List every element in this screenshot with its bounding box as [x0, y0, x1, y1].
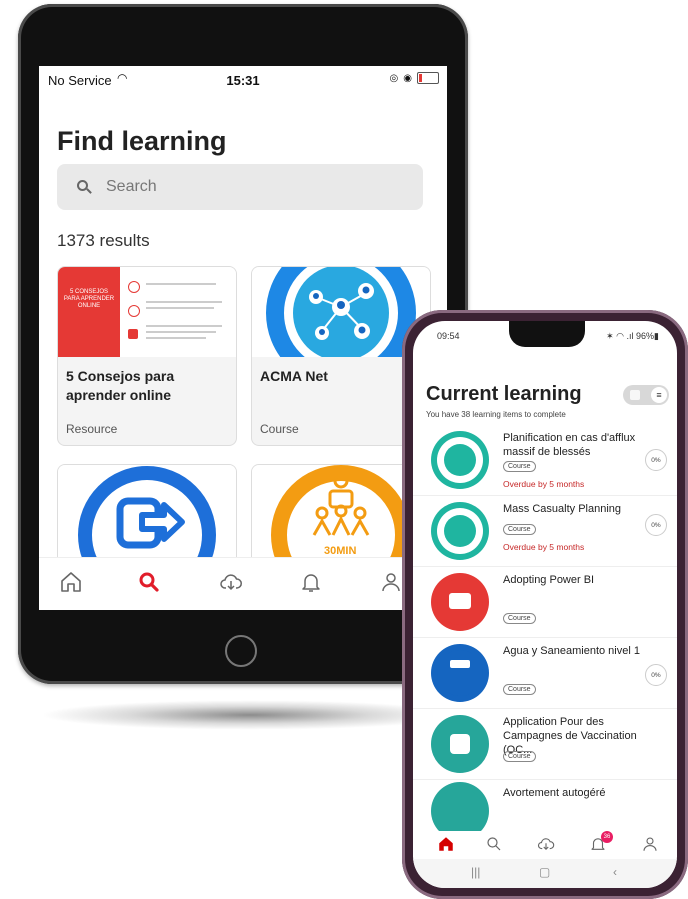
result-card[interactable] — [57, 464, 237, 566]
list-item[interactable]: Planification en cas d'afflux massif de … — [413, 425, 677, 496]
view-toggle[interactable]: ≡ — [623, 385, 669, 405]
duration-label: 30MIN — [324, 545, 357, 557]
status-icons: ◎ ◉ — [390, 72, 439, 84]
card-type: Course — [260, 422, 299, 436]
progress-indicator: 0% — [645, 514, 667, 536]
profile-icon[interactable] — [379, 570, 403, 594]
course-thumbnail — [431, 573, 489, 631]
item-title: Adopting Power BI — [503, 574, 595, 586]
course-thumbnail — [431, 431, 489, 489]
page-title: Find learning — [57, 126, 227, 156]
thumbnail-text: 5 CONSEJOS PARA APRENDER ONLINE — [63, 289, 115, 309]
exit-illustration — [78, 466, 216, 565]
item-title: Mass Casualty Planning — [503, 503, 622, 515]
card-title: ACMA Net — [260, 368, 328, 384]
search-icon[interactable] — [485, 835, 503, 853]
progress-indicator: 0% — [645, 664, 667, 686]
card-thumbnail — [58, 465, 236, 565]
page-subtitle: You have 38 learning items to complete — [426, 410, 566, 419]
camera-notch — [509, 321, 585, 347]
tablet-screen: No Service ◠ 15:31 ◎ ◉ Find learning Sea… — [39, 66, 447, 610]
type-chip: Course — [503, 524, 536, 535]
type-chip: Course — [503, 684, 536, 695]
course-thumbnail — [431, 502, 489, 560]
system-navigation-bar: ||| ▢ ‹ — [413, 859, 677, 888]
results-count: 1373 results — [57, 231, 150, 250]
result-card[interactable]: 5 CONSEJOS PARA APRENDER ONLINE 5 Consej… — [57, 266, 237, 446]
home-icon[interactable] — [59, 570, 83, 594]
type-chip: Course — [503, 751, 536, 762]
system-back-button[interactable]: ‹ — [613, 865, 617, 879]
tablet-device: No Service ◠ 15:31 ◎ ◉ Find learning Sea… — [18, 4, 468, 684]
search-bar[interactable]: Search — [57, 164, 423, 210]
tablet-home-button[interactable] — [225, 635, 257, 667]
battery-percent: 96% — [636, 331, 655, 341]
item-title: Avortement autogéré — [503, 787, 606, 799]
system-home-button[interactable]: ▢ — [539, 865, 550, 879]
profile-icon[interactable] — [641, 835, 659, 853]
course-thumbnail — [431, 715, 489, 773]
search-icon[interactable] — [137, 570, 161, 594]
list-item[interactable]: Mass Casualty Planning Course Overdue by… — [413, 496, 677, 567]
battery-icon: ▮ — [654, 331, 659, 341]
lock-rotation-icon: ◎ — [389, 72, 399, 84]
list-view-icon: ≡ — [651, 387, 667, 403]
search-icon — [77, 179, 92, 195]
signal-icon: ✶ ◠ .ıl — [606, 331, 637, 341]
tablet-shadow — [40, 700, 460, 730]
list-item[interactable]: Application Pour des Campagnes de Vaccin… — [413, 709, 677, 780]
recent-apps-button[interactable]: ||| — [471, 865, 480, 879]
alarm-icon: ◉ — [403, 72, 412, 84]
grid-view-icon — [630, 390, 640, 400]
download-icon[interactable] — [219, 570, 243, 594]
type-chip: Course — [503, 613, 536, 624]
status-icons: ✶ ◠ .ıl 96%▮ — [606, 331, 659, 342]
bottom-navigation: 36 — [413, 831, 677, 857]
course-thumbnail — [431, 644, 489, 702]
status-time: 09:54 — [437, 331, 460, 341]
bell-icon[interactable] — [299, 570, 323, 594]
phone-device: 09:54 ✶ ◠ .ıl 96%▮ Current learning You … — [402, 310, 688, 899]
overdue-label: Overdue by 5 months — [503, 542, 585, 552]
card-thumbnail: 5 CONSEJOS PARA APRENDER ONLINE — [58, 267, 236, 357]
list-item[interactable]: Agua y Saneamiento nivel 1 Course 0% — [413, 638, 677, 709]
phone-screen: 09:54 ✶ ◠ .ıl 96%▮ Current learning You … — [413, 321, 677, 888]
item-title: Agua y Saneamiento nivel 1 — [503, 645, 640, 657]
progress-indicator: 0% — [645, 449, 667, 471]
overdue-label: Overdue by 5 months — [503, 479, 585, 489]
download-icon[interactable] — [537, 835, 555, 853]
card-type: Resource — [66, 422, 118, 436]
list-item[interactable]: Adopting Power BI Course — [413, 567, 677, 638]
item-title: Planification en cas d'afflux massif de … — [503, 432, 636, 458]
type-chip: Course — [503, 461, 536, 472]
status-time: 15:31 — [226, 73, 260, 88]
notification-badge: 36 — [601, 831, 613, 843]
home-icon[interactable] — [437, 835, 455, 853]
page-title: Current learning — [426, 383, 582, 405]
search-placeholder: Search — [106, 178, 157, 195]
card-title: 5 Consejos para aprender online — [66, 368, 175, 403]
battery-icon — [417, 72, 439, 84]
status-bar: No Service ◠ 15:31 ◎ ◉ — [39, 66, 447, 90]
bottom-navigation — [39, 557, 447, 610]
